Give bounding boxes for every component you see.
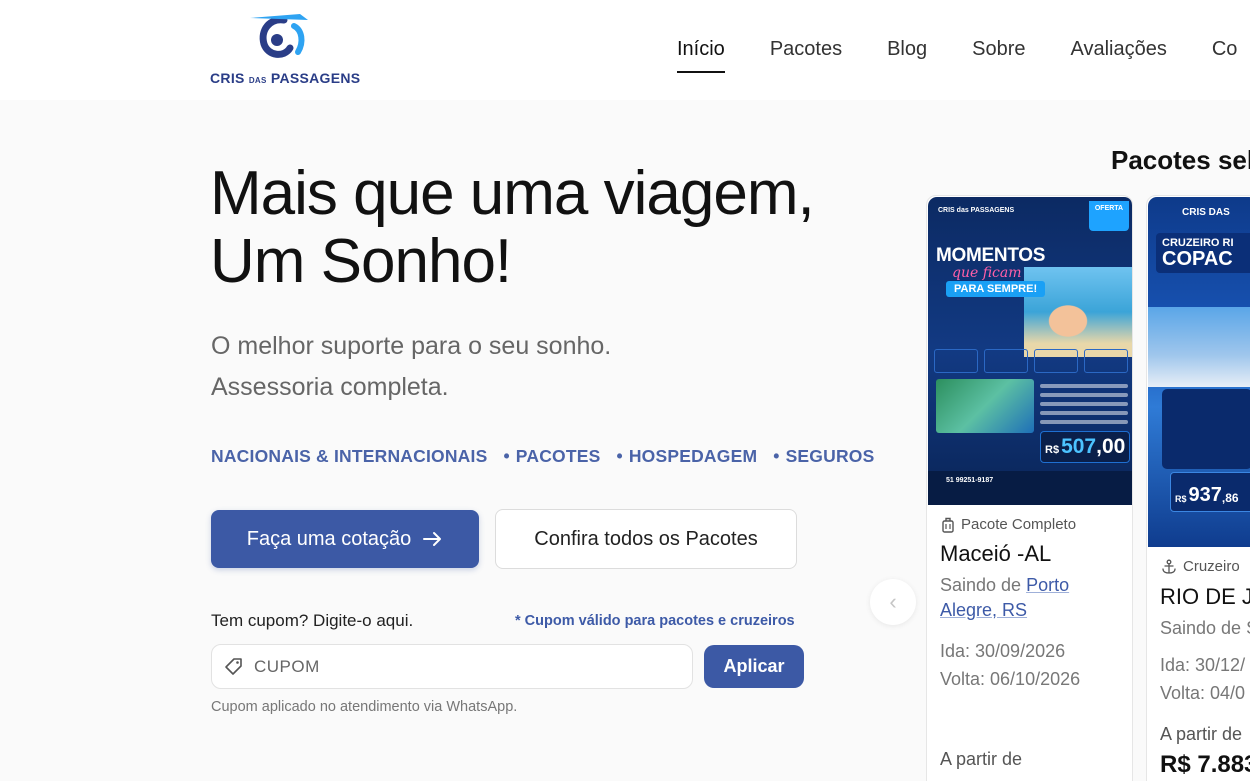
price-prefix: A partir de bbox=[1160, 724, 1243, 744]
brand-logo[interactable]: CRIS DAS PASSAGENS bbox=[210, 12, 360, 92]
poster-footer: 51 99251-9187 bbox=[928, 471, 1132, 505]
hero-subtitle-line2: Assessoria completa. bbox=[211, 373, 449, 401]
departure-date: Ida: 30/12/ bbox=[1160, 655, 1246, 675]
packages-heading: Pacotes sel bbox=[1111, 145, 1250, 175]
package-dates: Ida: 30/09/2026 Volta: 06/10/2026 bbox=[940, 637, 1080, 693]
package-name: Maceió -AL bbox=[940, 541, 1052, 566]
service-tag: • PACOTES bbox=[503, 446, 601, 466]
package-origin: Saindo de S bbox=[1160, 618, 1250, 638]
package-card[interactable]: CRIS das PASSAGENS OFERTA MOMENTOS que f… bbox=[926, 195, 1133, 781]
service-tag: • SEGUROS bbox=[773, 446, 875, 466]
main-nav: Início Pacotes Blog Sobre Avaliações Co bbox=[677, 38, 1238, 73]
poster-feature-icons bbox=[934, 349, 1128, 373]
poster-title: CRUZEIRO RI COPAC bbox=[1156, 233, 1250, 273]
package-card[interactable]: CRIS DAS CRUZEIRO RI COPAC R$ 937,86 Cruz… bbox=[1146, 195, 1250, 781]
nav-avaliacoes[interactable]: Avaliações bbox=[1070, 38, 1166, 61]
luggage-icon bbox=[942, 517, 954, 533]
carousel-prev-button[interactable]: ‹ bbox=[870, 579, 916, 625]
poster-title: MOMENTOS bbox=[936, 245, 1046, 266]
package-name: RIO DE JA bbox=[1160, 584, 1250, 609]
coupon-note: * Cupom válido para pacotes e cruzeiros bbox=[515, 613, 795, 629]
poster-city-photo bbox=[1148, 307, 1250, 387]
package-origin: Saindo de Porto Alegre, RS bbox=[940, 575, 1070, 620]
service-tag: NACIONAIS & INTERNACIONAIS bbox=[211, 446, 488, 466]
poster-includes bbox=[1162, 389, 1250, 469]
poster-map bbox=[936, 379, 1034, 433]
logo-text: CRIS DAS PASSAGENS bbox=[210, 70, 361, 86]
departure-date: Ida: 30/09/2026 bbox=[940, 641, 1066, 661]
poster-price: R$ 937,86 bbox=[1170, 472, 1250, 512]
quote-button[interactable]: Faça uma cotação bbox=[211, 510, 479, 568]
tag-icon bbox=[225, 657, 242, 675]
package-poster-image: CRIS das PASSAGENS OFERTA MOMENTOS que f… bbox=[928, 197, 1132, 505]
coupon-input[interactable] bbox=[254, 656, 674, 677]
hero-subtitle-line1: O melhor suporte para o seu sonho. bbox=[211, 332, 612, 360]
poster-phone: 51 99251-9187 bbox=[946, 477, 994, 484]
poster-brand: CRIS das PASSAGENS bbox=[938, 207, 1015, 214]
poster-includes bbox=[1040, 379, 1128, 429]
coupon-field[interactable] bbox=[211, 644, 693, 689]
poster-offer-badge: OFERTA bbox=[1089, 201, 1129, 231]
return-date: Volta: 06/10/2026 bbox=[940, 669, 1081, 689]
arrow-right-icon bbox=[423, 532, 442, 546]
return-date: Volta: 04/0 bbox=[1160, 683, 1246, 703]
nav-contato[interactable]: Co bbox=[1212, 38, 1238, 61]
site-header: CRIS DAS PASSAGENS Início Pacotes Blog S… bbox=[0, 0, 1250, 100]
poster-price: R$ 507,00 bbox=[1040, 431, 1130, 463]
package-type: Pacote Completo bbox=[941, 516, 1076, 533]
logo-mark-icon bbox=[250, 14, 308, 58]
service-tag: • HOSPEDAGEM bbox=[616, 446, 758, 466]
nav-pacotes[interactable]: Pacotes bbox=[770, 38, 842, 61]
quote-button-label: Faça uma cotação bbox=[246, 527, 412, 550]
service-tags: NACIONAIS & INTERNACIONAIS • PACOTES • HOS… bbox=[211, 446, 874, 467]
all-packages-button[interactable]: Confira todos os Pacotes bbox=[495, 509, 797, 569]
coupon-label: Tem cupom? Digite-o aqui. bbox=[211, 611, 414, 630]
package-price: R$ 7.883 bbox=[1160, 751, 1250, 778]
package-dates: Ida: 30/12/ Volta: 04/0 bbox=[1160, 651, 1245, 707]
anchor-icon bbox=[1162, 559, 1176, 574]
poster-brand: CRIS DAS bbox=[1182, 207, 1230, 218]
poster-script: que ficam bbox=[952, 265, 1022, 281]
nav-inicio[interactable]: Início bbox=[677, 38, 725, 73]
hero-title: Mais que uma viagem, Um Sonho! bbox=[210, 159, 815, 296]
price-prefix: A partir de bbox=[940, 749, 1023, 769]
nav-sobre[interactable]: Sobre bbox=[972, 38, 1025, 61]
poster-band: PARA SEMPRE! bbox=[946, 281, 1046, 297]
chevron-left-icon: ‹ bbox=[889, 589, 897, 614]
coupon-hint: Cupom aplicado no atendimento via WhatsA… bbox=[211, 699, 518, 715]
nav-blog[interactable]: Blog bbox=[887, 38, 927, 61]
apply-coupon-button[interactable]: Aplicar bbox=[704, 645, 804, 688]
hero-subtitle: O melhor suporte para o seu sonho. Asses… bbox=[211, 326, 811, 408]
package-type: Cruzeiro bbox=[1161, 558, 1240, 575]
package-poster-image: CRIS DAS CRUZEIRO RI COPAC R$ 937,86 bbox=[1148, 197, 1250, 547]
